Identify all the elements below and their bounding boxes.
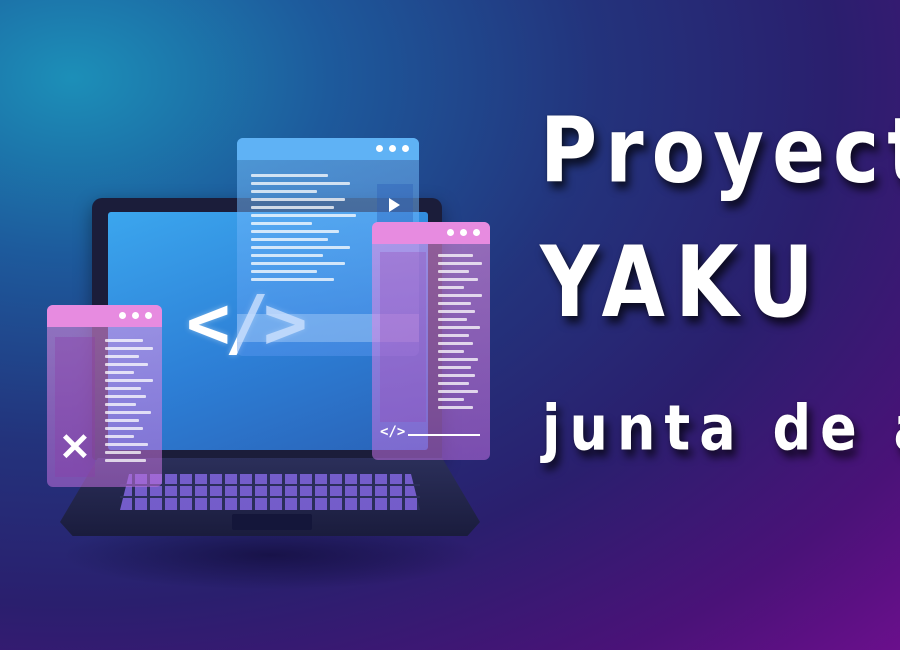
- window-titlebar: [47, 305, 162, 327]
- tools-icon: ✕: [59, 427, 91, 469]
- window-dots-icon: [119, 312, 152, 319]
- window-titlebar: [237, 138, 419, 160]
- window-dots-icon: [447, 229, 480, 236]
- keyboard-row-divider: [120, 496, 420, 498]
- code-lines: [251, 174, 361, 286]
- laptop-touchpad: [232, 514, 312, 530]
- floating-code-window-right: </>: [372, 222, 490, 460]
- title-line-2: YAKU: [540, 226, 824, 340]
- play-icon: [389, 198, 400, 212]
- keyboard-row-divider: [120, 484, 420, 486]
- banner: </> ✕: [0, 0, 900, 650]
- floating-tools-window: ✕: [47, 305, 162, 487]
- code-brackets-icon: </>: [380, 424, 406, 440]
- title-line-1: Proyecto: [540, 100, 900, 204]
- window-titlebar: [372, 222, 490, 244]
- code-lines: [438, 254, 482, 414]
- window-progress-line: [408, 434, 480, 436]
- window-dots-icon: [376, 145, 409, 152]
- laptop-keyboard: [120, 474, 420, 510]
- title-line-3: junta de agua: [542, 392, 900, 465]
- window-sidebar: [380, 252, 426, 422]
- code-lines: [105, 339, 153, 467]
